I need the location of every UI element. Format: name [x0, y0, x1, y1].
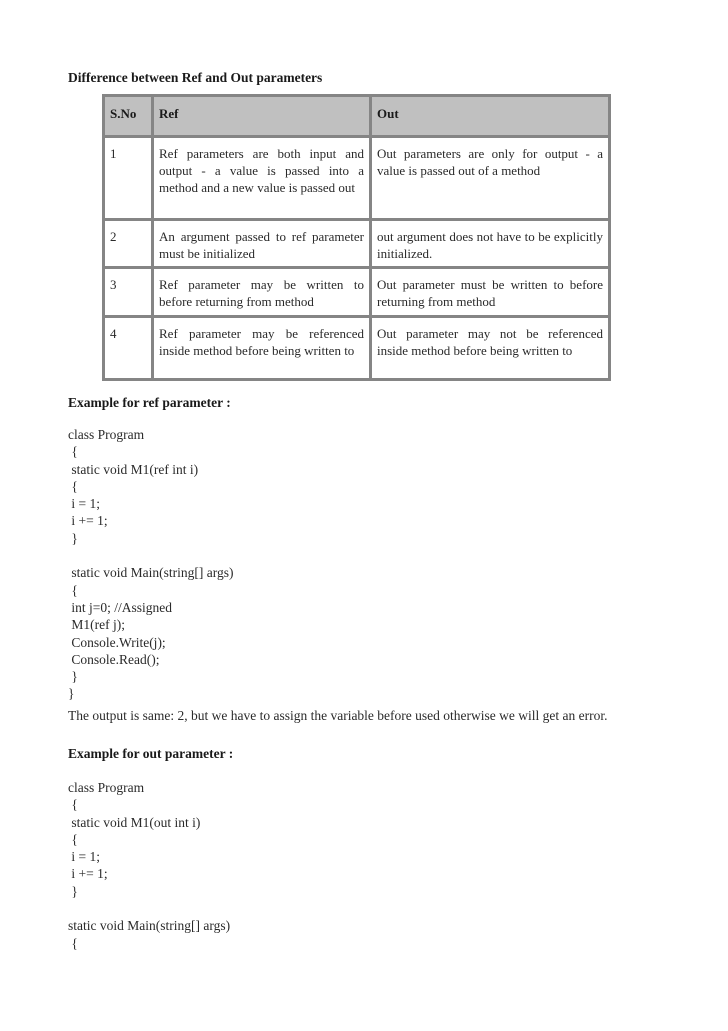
- header-ref: Ref: [151, 94, 372, 138]
- table-row: 2 An argument passed to ref parameter mu…: [102, 218, 611, 269]
- cell-ref: Ref parameter may be written to before r…: [151, 266, 372, 318]
- out-example-heading: Example for out parameter :: [68, 746, 234, 761]
- table-row: 3 Ref parameter may be written to before…: [102, 266, 611, 318]
- cell-out: Out parameters are only for output - a v…: [369, 135, 611, 221]
- cell-ref: Ref parameters are both input and output…: [151, 135, 372, 221]
- table-header-row: S.No Ref Out: [102, 94, 611, 138]
- cell-ref: Ref parameter may be referenced inside m…: [151, 315, 372, 381]
- ref-example-code: class Program { static void M1(ref int i…: [68, 427, 234, 702]
- cell-ref: An argument passed to ref parameter must…: [151, 218, 372, 269]
- table-row: 4 Ref parameter may be referenced inside…: [102, 315, 611, 381]
- cell-out: Out parameter must be written to before …: [369, 266, 611, 318]
- header-sno: S.No: [102, 94, 154, 138]
- cell-sno: 1: [102, 135, 154, 221]
- cell-out: Out parameter may not be referenced insi…: [369, 315, 611, 381]
- cell-sno: 4: [102, 315, 154, 381]
- ref-example-heading: Example for ref parameter :: [68, 395, 231, 410]
- section-title: Difference between Ref and Out parameter…: [68, 70, 323, 85]
- table-row: 1 Ref parameters are both input and outp…: [102, 135, 611, 221]
- out-example-code: class Program { static void M1(out int i…: [68, 780, 231, 951]
- output-note: The output is same: 2, but we have to as…: [68, 708, 608, 723]
- cell-out: out argument does not have to be explici…: [369, 218, 611, 269]
- cell-sno: 3: [102, 266, 154, 318]
- cell-sno: 2: [102, 218, 154, 269]
- comparison-table: S.No Ref Out 1 Ref parameters are both i…: [102, 94, 611, 381]
- header-out: Out: [369, 94, 611, 138]
